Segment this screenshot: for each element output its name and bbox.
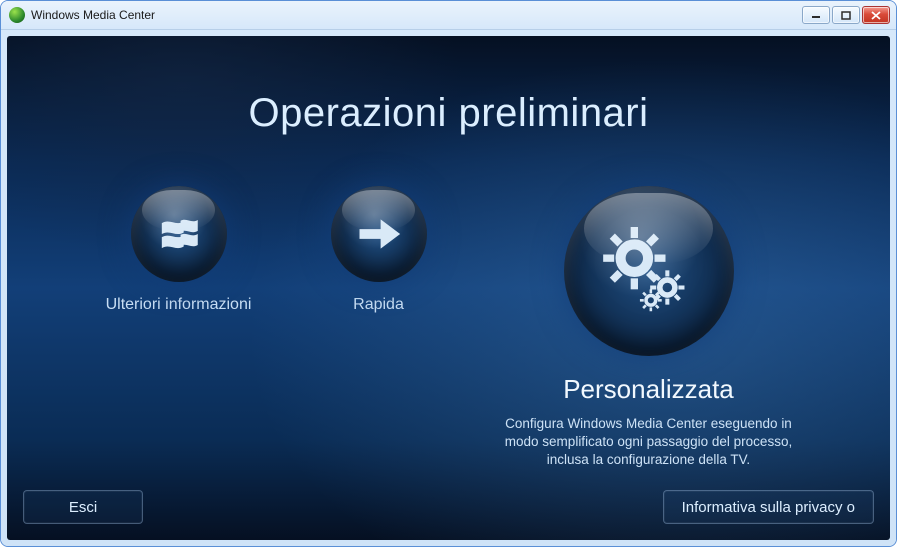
media-center-setup: Operazioni preliminari Ulteriori informa…	[7, 36, 890, 540]
option-label: Ulteriori informazioni	[106, 296, 252, 314]
app-window: Windows Media Center Operazioni prelimin…	[0, 0, 897, 547]
option-custom[interactable]: Personalizzata Configura Windows Media C…	[489, 186, 809, 470]
arrow-right-icon	[331, 186, 427, 282]
page-title: Operazioni preliminari	[7, 91, 890, 136]
option-quick[interactable]: Rapida	[289, 186, 469, 314]
windows-flag-icon	[131, 186, 227, 282]
option-learn-more[interactable]: Ulteriori informazioni	[89, 186, 269, 314]
client-area: Operazioni preliminari Ulteriori informa…	[1, 30, 896, 546]
app-icon	[9, 7, 25, 23]
close-button[interactable]	[862, 6, 890, 24]
window-title: Windows Media Center	[31, 8, 155, 22]
setup-options: Ulteriori informazioni Rapida	[7, 186, 890, 470]
option-label: Rapida	[353, 296, 404, 314]
window-controls	[802, 6, 890, 24]
option-description: Configura Windows Media Center eseguendo…	[489, 415, 809, 470]
gears-icon	[564, 186, 734, 356]
minimize-button[interactable]	[802, 6, 830, 24]
titlebar[interactable]: Windows Media Center	[1, 1, 896, 30]
privacy-button[interactable]: Informativa sulla privacy o	[663, 490, 874, 524]
button-label: Esci	[69, 499, 97, 516]
exit-button[interactable]: Esci	[23, 490, 143, 524]
option-label: Personalizzata	[563, 374, 734, 405]
maximize-button[interactable]	[832, 6, 860, 24]
button-label: Informativa sulla privacy o	[682, 499, 855, 516]
